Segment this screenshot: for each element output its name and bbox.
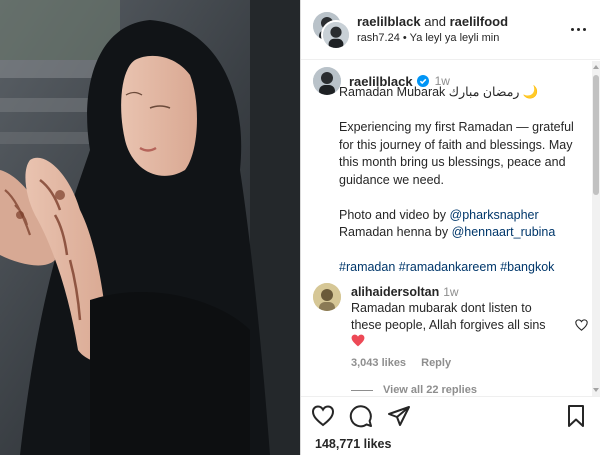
heart-icon	[351, 334, 365, 347]
heart-icon[interactable]	[575, 319, 588, 331]
reply-button[interactable]: Reply	[421, 357, 451, 369]
comment-username[interactable]: alihaidersoltan	[351, 285, 439, 299]
separator-dot: •	[402, 31, 407, 44]
caption-line-1: Ramadan Mubarak رمضان مبارك 🌙	[339, 85, 539, 99]
comments-section: raelilblack 1w Ramadan Mubarak رمضان مبا…	[301, 61, 600, 396]
instagram-post: raelilblack and raelilfood rash7.24 • Ya l…	[0, 0, 600, 455]
comment-likes[interactable]: 3,043 likes	[351, 357, 406, 369]
post-sidebar: raelilblack and raelilfood rash7.24 • Ya l…	[300, 0, 600, 455]
post-header: raelilblack and raelilfood rash7.24 • Ya l…	[301, 0, 600, 60]
comment-icon[interactable]	[349, 404, 373, 428]
audio-title: Ya leyl ya leyli min	[409, 31, 500, 44]
post-authors: raelilblack and raelilfood	[357, 14, 566, 30]
caption-hashtags[interactable]: #ramadan #ramadankareem #bangkok	[339, 259, 584, 277]
post-caption: raelilblack 1w Ramadan Mubarak رمضان مبا…	[313, 67, 588, 274]
avatar[interactable]	[313, 67, 341, 95]
scroll-down-arrow-icon[interactable]	[593, 388, 599, 392]
audio-info[interactable]: rash7.24 • Ya leyl ya leyli min	[357, 30, 566, 46]
caption-photo-credit: Photo and video by @pharksnapher	[339, 207, 539, 222]
scroll-up-arrow-icon[interactable]	[593, 65, 599, 69]
photo-illustration	[0, 0, 300, 455]
share-icon[interactable]	[387, 404, 411, 428]
comment-time: 1w	[443, 285, 459, 299]
connector-text: and	[424, 13, 446, 29]
author-link[interactable]: raelilblack	[357, 14, 421, 29]
coauthor-link[interactable]: raelilfood	[450, 14, 509, 29]
avatar[interactable]	[321, 19, 351, 50]
audio-artist: rash7.24	[357, 31, 400, 44]
comments-scrollbar[interactable]	[592, 61, 600, 396]
view-replies-button[interactable]: View all 22 replies	[351, 384, 477, 396]
collab-avatars[interactable]	[313, 11, 351, 50]
avatar[interactable]	[313, 283, 341, 311]
post-photo[interactable]	[0, 0, 300, 455]
post-actions: 148,771 likes	[301, 396, 600, 456]
mention-link[interactable]: @pharksnapher	[450, 208, 539, 222]
caption-paragraph: Experiencing my first Ramadan — grateful…	[339, 120, 574, 187]
likes-count[interactable]: 148,771 likes	[315, 437, 391, 451]
caption-henna-credit: Ramadan henna by @hennaart_rubina	[339, 225, 556, 239]
mention-link[interactable]: @hennaart_rubina	[452, 225, 556, 239]
comment-text: Ramadan mubarak dont listen to these peo…	[351, 301, 546, 332]
more-icon	[570, 28, 574, 31]
scrollbar-thumb[interactable]	[593, 75, 599, 195]
bookmark-icon[interactable]	[564, 404, 588, 428]
more-options-button[interactable]	[566, 18, 590, 42]
heart-icon[interactable]	[311, 404, 335, 428]
